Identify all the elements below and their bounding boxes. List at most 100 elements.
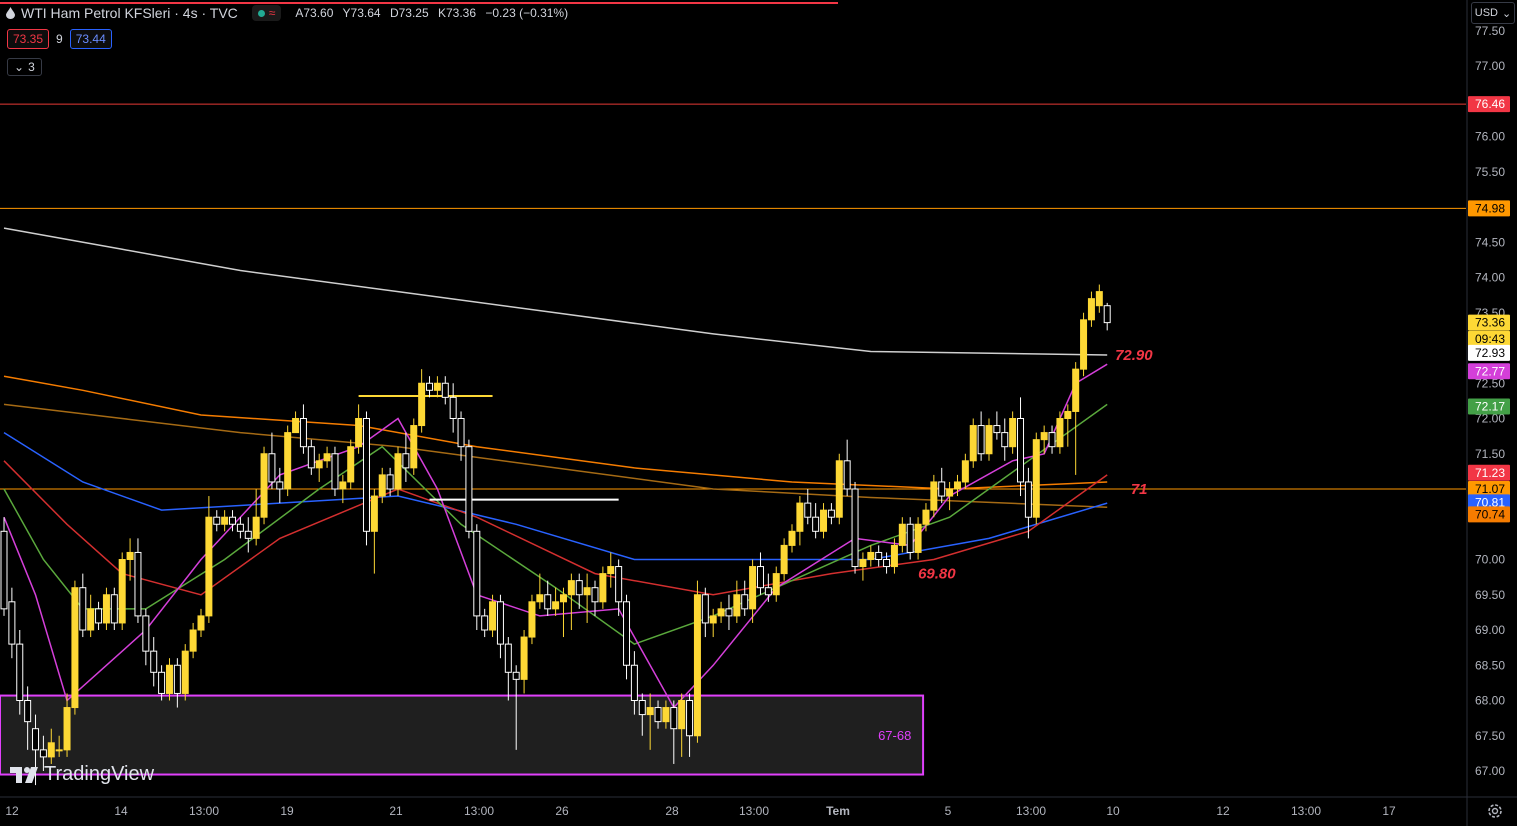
candle-body: [906, 523, 914, 553]
time-tick-label: 13:00: [739, 804, 769, 818]
candle-body: [914, 523, 922, 553]
candle-body: [489, 601, 497, 631]
candle-body: [126, 551, 134, 561]
candle-body: [229, 516, 237, 525]
candle-body: [55, 749, 63, 752]
price-axis-tag-label: 70.74: [1475, 507, 1505, 521]
moving-average-line: [3, 227, 1108, 356]
candle-body: [315, 460, 323, 469]
time-tick-label: 21: [389, 804, 403, 818]
candle-body: [355, 418, 363, 448]
price-axis-tag-label: 72.77: [1475, 364, 1505, 378]
candle-body: [520, 636, 528, 680]
candle-body: [47, 742, 55, 758]
candle-body: [252, 516, 260, 539]
candle-body: [1072, 368, 1080, 412]
candle-body: [890, 544, 898, 568]
candle-body: [875, 551, 883, 561]
price-tick-label: 76.00: [1475, 130, 1505, 144]
candle-body: [433, 382, 441, 391]
time-tick-label: 14: [114, 804, 128, 818]
logo-text: TradingView: [44, 763, 155, 785]
candle-body: [741, 594, 749, 610]
candle-body: [173, 664, 181, 694]
price-axis-tag-label: 71.07: [1475, 482, 1505, 496]
candle-body: [961, 460, 969, 483]
candle-body: [449, 396, 457, 420]
candle-body: [87, 608, 95, 631]
time-tick-label: 10: [1106, 804, 1120, 818]
price-tick-label: 74.50: [1475, 235, 1505, 249]
time-tick-label: 26: [555, 804, 569, 818]
candle-body: [749, 566, 757, 610]
candle-body: [16, 643, 24, 701]
candle-body: [71, 587, 79, 709]
candle-body: [142, 615, 150, 652]
candle-body: [772, 573, 780, 596]
candle-body: [670, 707, 678, 730]
price-axis-tag-label: 71.23: [1475, 466, 1505, 480]
candle-body: [528, 601, 536, 638]
time-tick-label: 28: [665, 804, 679, 818]
candle-body: [678, 700, 686, 730]
price-tick-label: 68.50: [1475, 658, 1505, 672]
candle-body: [32, 728, 40, 751]
price-tick-label: 77.50: [1475, 24, 1505, 38]
candle-body: [599, 573, 607, 603]
candle-body: [953, 481, 961, 490]
candle-body: [347, 446, 355, 483]
candle-body: [827, 509, 835, 518]
candle-body: [1103, 305, 1111, 324]
tradingview-logo[interactable]: TradingView: [10, 763, 154, 786]
candle-body: [39, 749, 47, 758]
candle-body: [654, 707, 662, 723]
candle-body: [496, 601, 504, 645]
candle-body: [1017, 418, 1025, 483]
candle-body: [63, 707, 71, 751]
candle-body: [378, 474, 386, 497]
candle-body: [236, 523, 244, 532]
candle-body: [764, 587, 772, 596]
candle-body: [985, 425, 993, 455]
candle-body: [197, 615, 205, 631]
candle-body: [110, 594, 118, 624]
candle-body: [820, 509, 828, 532]
candle-body: [646, 707, 654, 716]
price-tick-label: 67.00: [1475, 764, 1505, 778]
price-chart[interactable]: 67-68 72.90 71 69.80 77.50 77.00 76.00 75.50 74.…: [0, 0, 1517, 826]
candle-body: [402, 453, 410, 469]
candle-body: [24, 700, 32, 723]
candle-body: [796, 502, 804, 532]
candle-body: [946, 488, 954, 497]
time-tick-label: 12: [1216, 804, 1230, 818]
candle-body: [607, 566, 615, 575]
candle-body: [969, 425, 977, 462]
candle-body: [693, 594, 701, 737]
candle-body: [630, 664, 638, 701]
candle-body: [780, 544, 788, 575]
candle-body: [307, 446, 315, 469]
candle-body: [1080, 319, 1088, 370]
candle-body: [552, 601, 560, 610]
candle-body: [362, 418, 370, 532]
settings-gear-icon[interactable]: [1486, 802, 1504, 820]
candle-body: [244, 530, 252, 539]
price-annotation: 72.90: [1115, 347, 1153, 364]
candle-body: [79, 587, 87, 631]
candle-body: [205, 516, 213, 617]
candle-body: [1009, 418, 1017, 448]
candle-body: [8, 601, 16, 645]
candle-body: [473, 530, 481, 617]
candle-body: [1087, 298, 1095, 321]
candle-body: [394, 453, 402, 490]
candle-body: [788, 530, 796, 546]
candle-body: [717, 608, 725, 617]
candle-body: [504, 643, 512, 673]
candle-body: [1056, 418, 1064, 448]
price-tick-label: 77.00: [1475, 59, 1505, 73]
candle-body: [0, 530, 8, 610]
candle-body: [851, 488, 859, 568]
candle-body: [189, 629, 197, 652]
price-tick-label: 67.50: [1475, 729, 1505, 743]
price-annotation: 69.80: [918, 566, 956, 583]
